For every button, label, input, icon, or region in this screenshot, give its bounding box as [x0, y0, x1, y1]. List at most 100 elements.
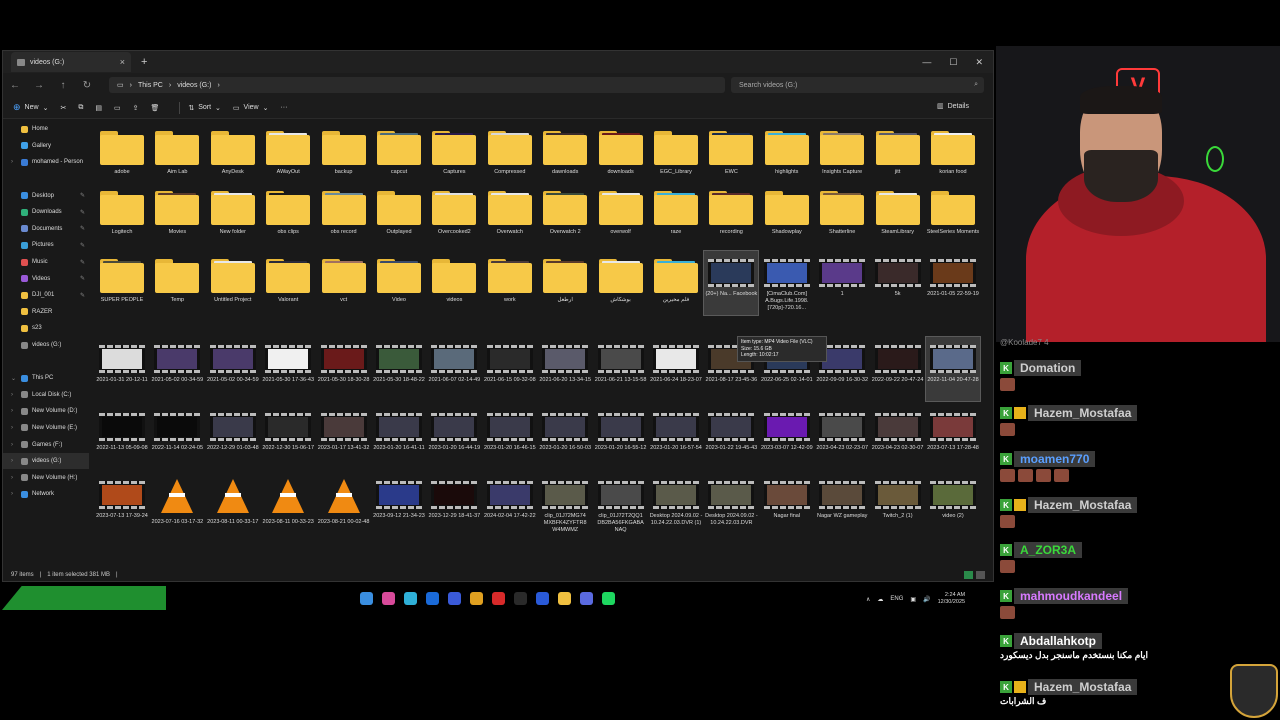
video-file-item[interactable]: 2021-06-24 18-23-07 [649, 337, 703, 401]
video-file-item[interactable]: 2021-01-05 22-59-19 [926, 251, 980, 315]
volume-icon[interactable]: 🔊 [923, 596, 930, 603]
video-file-item[interactable]: 2021-06-15 09-32-08 [483, 337, 537, 401]
video-file-item[interactable]: 2022-09-22 20-47-24 [871, 337, 925, 401]
sidebar-item[interactable]: Home [3, 121, 89, 138]
folder-item[interactable]: overwolf [594, 183, 648, 247]
outlook-icon[interactable] [426, 591, 439, 605]
expand-chevron-icon[interactable]: › [11, 475, 17, 481]
expand-chevron-icon[interactable]: › [11, 392, 17, 398]
video-file-item[interactable]: 2023-04-23 02-30-07 [871, 405, 925, 469]
sidebar-item[interactable]: RAZER [3, 304, 89, 321]
details-button[interactable]: ▥ Details [937, 102, 969, 111]
sidebar-item[interactable]: › Games (F:) [3, 436, 89, 453]
folder-item[interactable]: Compressed [483, 123, 537, 187]
video-file-item[interactable]: 2023-08-11 00-33-17 [206, 473, 260, 537]
capcut-icon[interactable] [514, 591, 527, 605]
sidebar-item[interactable]: Music ✎ [3, 254, 89, 271]
folder-item[interactable]: work [483, 251, 537, 315]
expand-chevron-icon[interactable]: › [11, 491, 17, 497]
video-file-item[interactable]: 2023-01-20 16-50-03 [538, 405, 592, 469]
folder-item[interactable]: بوشكاش [594, 251, 648, 315]
minimize-button[interactable]: — [922, 57, 931, 68]
onedrive-icon[interactable]: ☁ [877, 596, 883, 603]
close-button[interactable]: ✕ [975, 57, 983, 68]
expand-chevron-icon[interactable]: › [11, 408, 17, 414]
video-file-item[interactable]: 2021-05-30 18-30-28 [317, 337, 371, 401]
video-file-item[interactable]: 2023-03-07 12-42-09 [760, 405, 814, 469]
video-file-item[interactable]: 2023-01-22 19-45-43 [704, 405, 758, 469]
breadcrumb-videos[interactable]: videos (G:) [177, 82, 211, 89]
folder-item[interactable]: AnyDesk [206, 123, 260, 187]
folder-item[interactable]: Overcooked2 [427, 183, 481, 247]
folder-item[interactable]: highlights [760, 123, 814, 187]
folder-item[interactable]: vct [317, 251, 371, 315]
folder-item[interactable]: Video [372, 251, 426, 315]
folder-item[interactable]: EGC_Library [649, 123, 703, 187]
tab-close-icon[interactable]: × [120, 57, 125, 67]
video-file-item[interactable]: 2023-01-20 16-46-15 [483, 405, 537, 469]
video-file-item[interactable]: 2023-07-16 03-17-32 [150, 473, 204, 537]
refresh-icon[interactable]: ↻ [75, 80, 99, 91]
sidebar-item[interactable]: s23 [3, 320, 89, 337]
folder-item[interactable]: Aim Lab [150, 123, 204, 187]
sidebar-item[interactable]: Desktop ✎ [3, 187, 89, 204]
video-file-item[interactable]: 2022-11-04 20-47-28 [925, 336, 981, 402]
folder-item[interactable]: Shadowplay [760, 183, 814, 247]
folder-item[interactable]: Shatterline [815, 183, 869, 247]
chevron-up-icon[interactable]: ∧ [866, 596, 870, 603]
video-file-item[interactable]: 2023-07-13 17-28-48 [926, 405, 980, 469]
folder-item[interactable]: Overwatch 2 [538, 183, 592, 247]
more-options-icon[interactable]: ··· [280, 104, 287, 111]
video-file-item[interactable]: 2021-06-21 13-15-58 [594, 337, 648, 401]
video-file-item[interactable]: Nagar final [760, 473, 814, 537]
video-file-item[interactable]: 2022-12-30 15-06-17 [261, 405, 315, 469]
folder-item[interactable]: SteamLibrary [871, 183, 925, 247]
copy-icon[interactable]: ⧉ [78, 104, 83, 112]
video-file-item[interactable]: clip_01J72T2QQ1 DB2BA56FKGABA NAQ [594, 473, 648, 537]
video-file-item[interactable]: 2023-01-17 13-41-32 [317, 405, 371, 469]
video-file-item[interactable]: [CimaClub.Com] A.Bugs.Life.1998.[720p]-7… [760, 251, 814, 315]
back-arrow-icon[interactable]: ← [3, 80, 27, 91]
chrome-icon[interactable] [470, 591, 483, 605]
video-file-item[interactable]: Desktop 2024.09.02 - 10.24.22.03.DVR (1) [649, 473, 703, 537]
folder-item[interactable]: dawnloads [538, 123, 592, 187]
video-file-item[interactable]: 2023-07-13 17-39-24 [95, 473, 149, 537]
chat-username[interactable]: Hazem_Mostafaa [1028, 497, 1138, 513]
video-file-item[interactable]: 2021-05-30 17-36-43 [261, 337, 315, 401]
folder-item[interactable]: downloads [594, 123, 648, 187]
folder-item[interactable]: AWayOut [261, 123, 315, 187]
folder-item[interactable]: SteelSeries Moments [926, 183, 980, 247]
sidebar-item[interactable]: › mohamed - Person [3, 154, 89, 171]
folder-item[interactable]: EWC [704, 123, 758, 187]
sidebar-item[interactable]: Documents ✎ [3, 221, 89, 238]
rename-icon[interactable]: ▭ [114, 104, 121, 112]
folder-item[interactable]: SUPER PEOPLE [95, 251, 149, 315]
discord-icon[interactable] [580, 591, 593, 605]
chat-username[interactable]: Domation [1014, 360, 1082, 376]
video-file-item[interactable]: 2023-09-12 21-34-23 [372, 473, 426, 537]
video-file-item[interactable]: 2023-01-20 16-44-19 [427, 405, 481, 469]
opera-icon[interactable] [492, 591, 505, 605]
folder-item[interactable]: capcut [372, 123, 426, 187]
video-file-item[interactable]: 2023-12-29 18-41-37 [427, 473, 481, 537]
video-file-item[interactable]: Twitch_2 (1) [871, 473, 925, 537]
share-icon[interactable]: ⇪ [133, 104, 139, 112]
vpn-icon[interactable] [448, 591, 461, 605]
network-icon[interactable]: ▣ [910, 596, 916, 603]
folder-item[interactable]: New folder [206, 183, 260, 247]
video-file-item[interactable]: (20+) Na... Facebook [703, 250, 760, 316]
folder-item[interactable]: Movies [150, 183, 204, 247]
video-file-item[interactable]: 1 [815, 251, 869, 315]
folder-item[interactable]: Insights Capture [815, 123, 869, 187]
cut-icon[interactable]: ✂ [60, 104, 66, 112]
sidebar-item[interactable]: › videos (G:) [3, 452, 89, 470]
video-file-item[interactable]: 2023-04-23 02-23-07 [815, 405, 869, 469]
word-icon[interactable] [536, 591, 549, 605]
folder-item[interactable]: Outplayed [372, 183, 426, 247]
explorer-icon[interactable] [558, 591, 571, 605]
maximize-button[interactable]: ☐ [949, 57, 957, 68]
spotify-icon[interactable] [602, 591, 615, 605]
video-file-item[interactable]: 2021-05-02 00-34-59 [150, 337, 204, 401]
video-file-item[interactable]: 2021-05-02 00-34-59 [206, 337, 260, 401]
folder-item[interactable]: adobe [95, 123, 149, 187]
